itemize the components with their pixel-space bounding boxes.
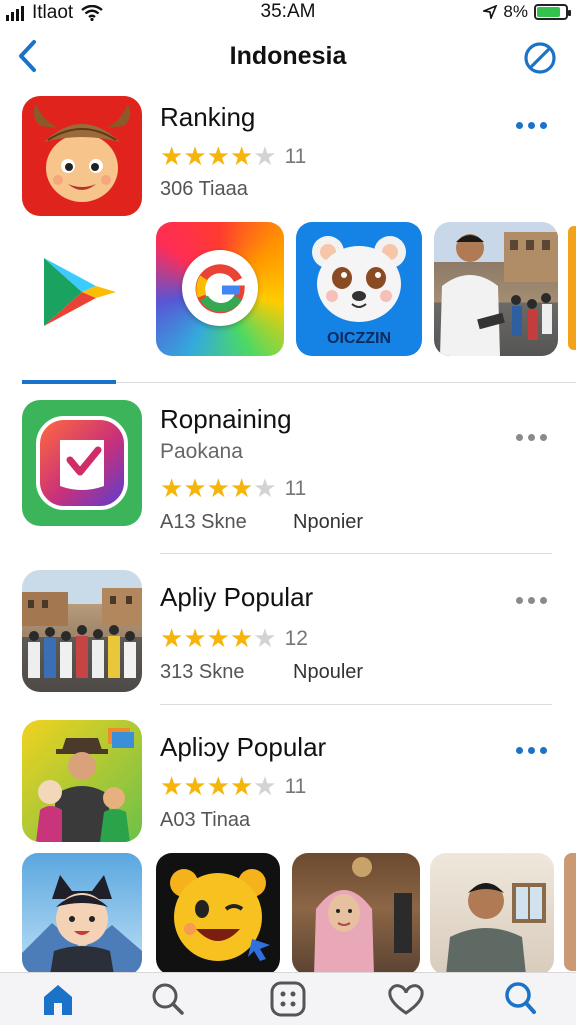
row2-meta-secondary: Npouler	[293, 661, 364, 683]
rating-count: 11	[284, 144, 307, 168]
carousel-emoji-app[interactable]	[156, 853, 280, 975]
row3-title[interactable]: Apliɔy Popular	[160, 732, 326, 763]
row2-rating: ★ ★ ★ ★ ★ 12	[160, 625, 308, 651]
woman-hijab-photo-icon	[314, 857, 412, 975]
star-icon: ★	[229, 473, 254, 503]
row2-app-icon[interactable]	[22, 570, 142, 692]
carousel-bear-app[interactable]: OICZZIN	[296, 222, 422, 356]
row1-meta-secondary: Nponier	[293, 511, 364, 533]
row3-meta: A03 Tinaa	[160, 809, 251, 831]
checkmark-card-icon	[36, 416, 128, 510]
star-icon: ★	[160, 473, 184, 503]
rating-count: 11	[284, 774, 307, 798]
star-icon: ★	[206, 473, 230, 503]
tab-hearts-icon[interactable]	[386, 981, 426, 1017]
more-options-icon[interactable]	[510, 116, 553, 135]
carousel-edge-peek	[564, 853, 576, 971]
star-icon: ★	[229, 771, 254, 801]
battery-percent: 8%	[503, 2, 528, 21]
star-icon: ★	[160, 771, 184, 801]
tab-bar	[0, 972, 576, 1025]
play-store-icon[interactable]	[34, 252, 124, 332]
section-divider	[116, 382, 576, 383]
more-options-icon[interactable]	[510, 591, 553, 610]
row2-meta: 313 Skne	[160, 661, 245, 683]
section-indicator	[22, 380, 116, 384]
status-bar: Itlaot 35:AM 8%	[0, 0, 576, 26]
star-icon: ★	[183, 771, 207, 801]
battery-fill	[537, 7, 561, 17]
star-empty-icon: ★	[253, 623, 277, 653]
edit-slash-icon[interactable]	[522, 40, 558, 76]
page-title: Indonesia	[229, 42, 347, 70]
carousel-cartoon-kid[interactable]	[22, 853, 142, 975]
row1-app-icon[interactable]	[22, 400, 142, 526]
row3-rating: ★ ★ ★ ★ ★ 11	[160, 773, 306, 799]
star-icon: ★	[183, 623, 207, 653]
more-options-icon[interactable]	[510, 428, 553, 447]
star-icon: ★	[183, 141, 207, 171]
more-options-icon[interactable]	[510, 741, 553, 760]
row1-meta: A13 Skne	[160, 511, 247, 533]
cartoon-kid-icon	[22, 875, 142, 975]
featured-meta: 306 Tiaaa	[160, 178, 248, 200]
cartoon-face-icon	[33, 104, 131, 202]
row1-title[interactable]: Ropnaining	[160, 404, 292, 435]
ranking-app-icon[interactable]	[22, 96, 142, 216]
carousel-photo-man[interactable]	[434, 222, 558, 356]
row3-app-icon[interactable]	[22, 720, 142, 842]
row1-rating: ★ ★ ★ ★ ★ 11	[160, 475, 306, 501]
rating-count: 12	[284, 626, 308, 650]
star-icon: ★	[206, 623, 230, 653]
star-icon: ★	[229, 623, 254, 653]
star-icon: ★	[206, 771, 230, 801]
winking-emoji-icon	[170, 869, 270, 961]
star-empty-icon: ★	[253, 771, 277, 801]
people-cartoon-icon	[36, 728, 134, 842]
tab-search-profile-icon[interactable]	[500, 981, 540, 1017]
row-divider	[160, 553, 552, 554]
star-icon: ★	[206, 141, 230, 171]
bear-icon	[312, 236, 406, 322]
rating-count: 11	[284, 476, 307, 500]
person-photo-icon	[440, 232, 558, 356]
featured-title[interactable]: Ranking	[160, 102, 255, 133]
row-divider	[160, 704, 552, 705]
carousel-photo-woman[interactable]	[292, 853, 420, 975]
star-icon: ★	[160, 141, 184, 171]
row2-title[interactable]: Apliy Popular	[160, 582, 313, 613]
star-icon: ★	[160, 623, 184, 653]
navigation-bar: Indonesia	[0, 26, 576, 88]
tab-search-icon[interactable]	[148, 981, 188, 1017]
google-icon	[182, 250, 258, 326]
tab-home-icon[interactable]	[38, 981, 78, 1017]
carousel-edge-peek	[568, 226, 576, 350]
star-icon: ★	[183, 473, 207, 503]
bear-app-label: OICZZIN	[327, 330, 391, 347]
star-empty-icon: ★	[253, 473, 277, 503]
featured-rating: ★ ★ ★ ★ ★ 11	[160, 143, 306, 169]
carousel-photo-man-2[interactable]	[430, 853, 554, 975]
location-icon	[483, 5, 498, 19]
tab-apps-icon[interactable]	[268, 981, 308, 1017]
battery-icon	[534, 4, 571, 20]
man-portrait-photo-icon	[446, 883, 546, 975]
row1-subtitle: Paokana	[160, 440, 243, 463]
star-empty-icon: ★	[253, 141, 277, 171]
crowd-photo-icon	[22, 588, 142, 678]
star-icon: ★	[229, 141, 254, 171]
carousel-google-app[interactable]	[156, 222, 284, 356]
